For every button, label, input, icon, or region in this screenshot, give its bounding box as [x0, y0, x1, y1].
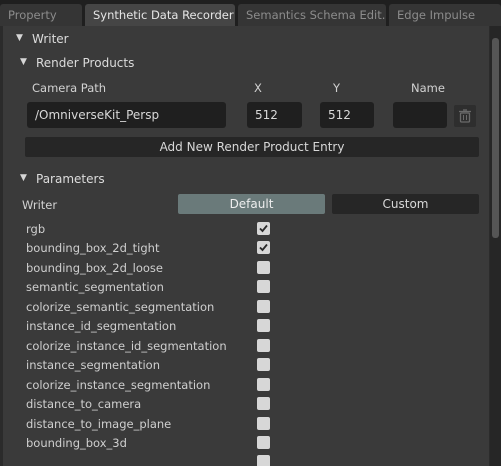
parameters-header[interactable]: ▼ Parameters [3, 168, 489, 190]
name-column-header: Name [411, 81, 445, 95]
parameter-label: rgb [26, 222, 46, 236]
checkmark-icon [259, 224, 268, 233]
parameter-label: colorize_semantic_segmentation [26, 300, 215, 314]
tab-edge-impulse[interactable]: Edge Impulse [389, 4, 501, 26]
parameter-checkbox[interactable] [257, 436, 270, 449]
render-product-name-field[interactable] [393, 102, 447, 128]
parameter-label: distance_to_image_plane [26, 417, 172, 431]
recorder-panel: ▼ Writer ▼ Render Products Camera Path X… [3, 26, 489, 466]
parameter-checkbox[interactable] [257, 378, 270, 391]
checkmark-icon [259, 243, 268, 252]
custom-writer-button[interactable]: Custom [332, 194, 479, 214]
tab-bar: Property Synthetic Data Recorder Semanti… [0, 0, 501, 26]
add-render-product-button[interactable]: Add New Render Product Entry [25, 137, 479, 157]
parameter-checkbox[interactable] [257, 280, 270, 293]
parameter-label: colorize_instance_id_segmentation [26, 339, 227, 353]
parameter-label: instance_id_segmentation [26, 319, 177, 333]
parameter-checkbox[interactable] [257, 319, 270, 332]
parameters-header-label: Parameters [36, 172, 105, 186]
collapse-triangle-icon: ▼ [20, 57, 27, 67]
camera-path-column-header: Camera Path [32, 81, 107, 95]
tab-synthetic-data-recorder[interactable]: Synthetic Data Recorder [85, 4, 235, 26]
x-column-header: X [254, 81, 262, 95]
parameter-checkbox[interactable] [257, 241, 270, 254]
parameter-checkbox[interactable] [257, 397, 270, 410]
parameter-checkbox[interactable] [257, 417, 270, 430]
parameter-label: distance_to_camera [26, 397, 142, 411]
parameter-label: bounding_box_3d [26, 436, 127, 450]
y-column-header: Y [333, 81, 341, 95]
writer-selector-label: Writer [22, 198, 58, 212]
collapse-triangle-icon: ▼ [16, 33, 23, 43]
resolution-x-field[interactable]: 512 [247, 102, 302, 128]
collapse-triangle-icon: ▼ [20, 173, 27, 183]
parameter-label: bounding_box_2d_tight [26, 241, 160, 255]
tab-synthetic-data-recorder-label: Synthetic Data Recorder [93, 8, 234, 22]
parameter-checkbox[interactable] [257, 222, 270, 235]
parameter-label: semantic_segmentation [26, 280, 164, 294]
parameter-checkbox[interactable] [257, 358, 270, 371]
render-products-header[interactable]: ▼ Render Products [3, 52, 489, 74]
parameter-checkbox[interactable] [257, 455, 270, 466]
parameter-checkbox[interactable] [257, 300, 270, 313]
parameter-checkbox[interactable] [257, 261, 270, 274]
writer-header[interactable]: ▼ Writer [3, 28, 489, 50]
scrollbar-thumb[interactable] [492, 38, 499, 238]
parameter-label: colorize_instance_segmentation [26, 378, 211, 392]
tab-property[interactable]: Property [0, 4, 82, 26]
tab-property-label: Property [8, 8, 57, 22]
panel-scrollbar[interactable] [490, 26, 501, 466]
default-writer-button[interactable]: Default [178, 194, 325, 214]
parameter-label: bounding_box_2d_loose [26, 261, 163, 275]
camera-path-field[interactable]: /OmniverseKit_Persp [27, 102, 226, 128]
parameter-checkbox[interactable] [257, 339, 270, 352]
render-products-header-label: Render Products [36, 56, 135, 70]
tab-semantics-schema-editor-label: Semantics Schema Edit... [246, 8, 386, 22]
tab-semantics-schema-editor[interactable]: Semantics Schema Edit... [238, 4, 386, 26]
parameter-label: instance_segmentation [26, 358, 160, 372]
delete-render-product-button[interactable] [454, 105, 476, 127]
resolution-y-field[interactable]: 512 [320, 102, 374, 128]
writer-header-label: Writer [32, 32, 69, 46]
trash-icon [459, 109, 471, 123]
tab-edge-impulse-label: Edge Impulse [397, 8, 476, 22]
